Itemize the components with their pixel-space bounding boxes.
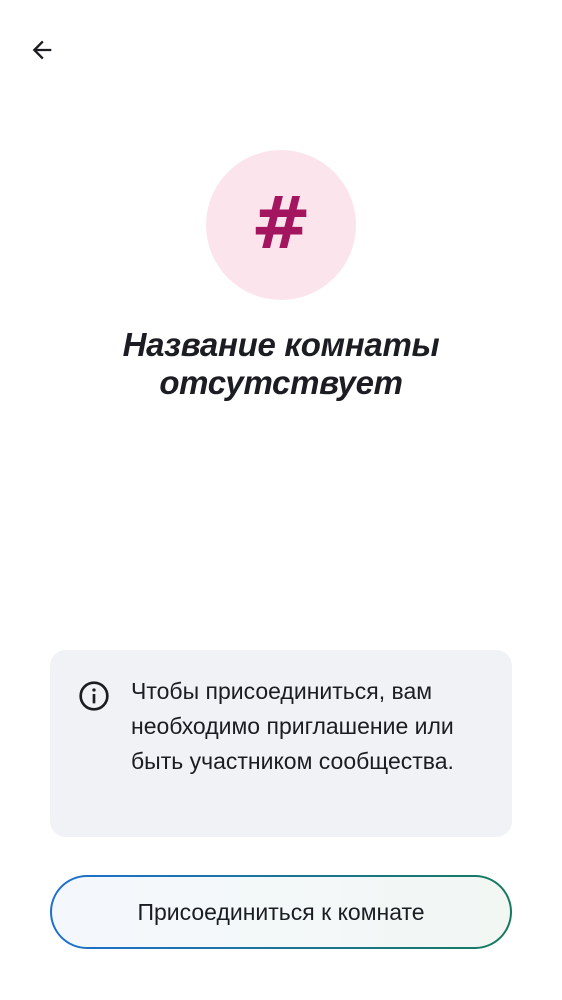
join-room-label: Присоединиться к комнате (137, 898, 425, 925)
back-button[interactable] (18, 26, 66, 74)
room-avatar-glyph: # (250, 181, 312, 265)
join-room-button[interactable]: Присоединиться к комнате (50, 875, 512, 949)
join-info-text: Чтобы присоединиться, вам необходимо при… (131, 678, 454, 774)
room-preview-screen: # Название комнаты отсутствует Чтобы при… (0, 0, 562, 1000)
info-icon (79, 681, 109, 711)
room-title: Название комнаты отсутствует (122, 326, 440, 401)
arrow-left-icon (32, 40, 52, 60)
room-avatar: # (206, 150, 356, 300)
join-info-card: Чтобы присоединиться, вам необходимо при… (50, 650, 512, 837)
